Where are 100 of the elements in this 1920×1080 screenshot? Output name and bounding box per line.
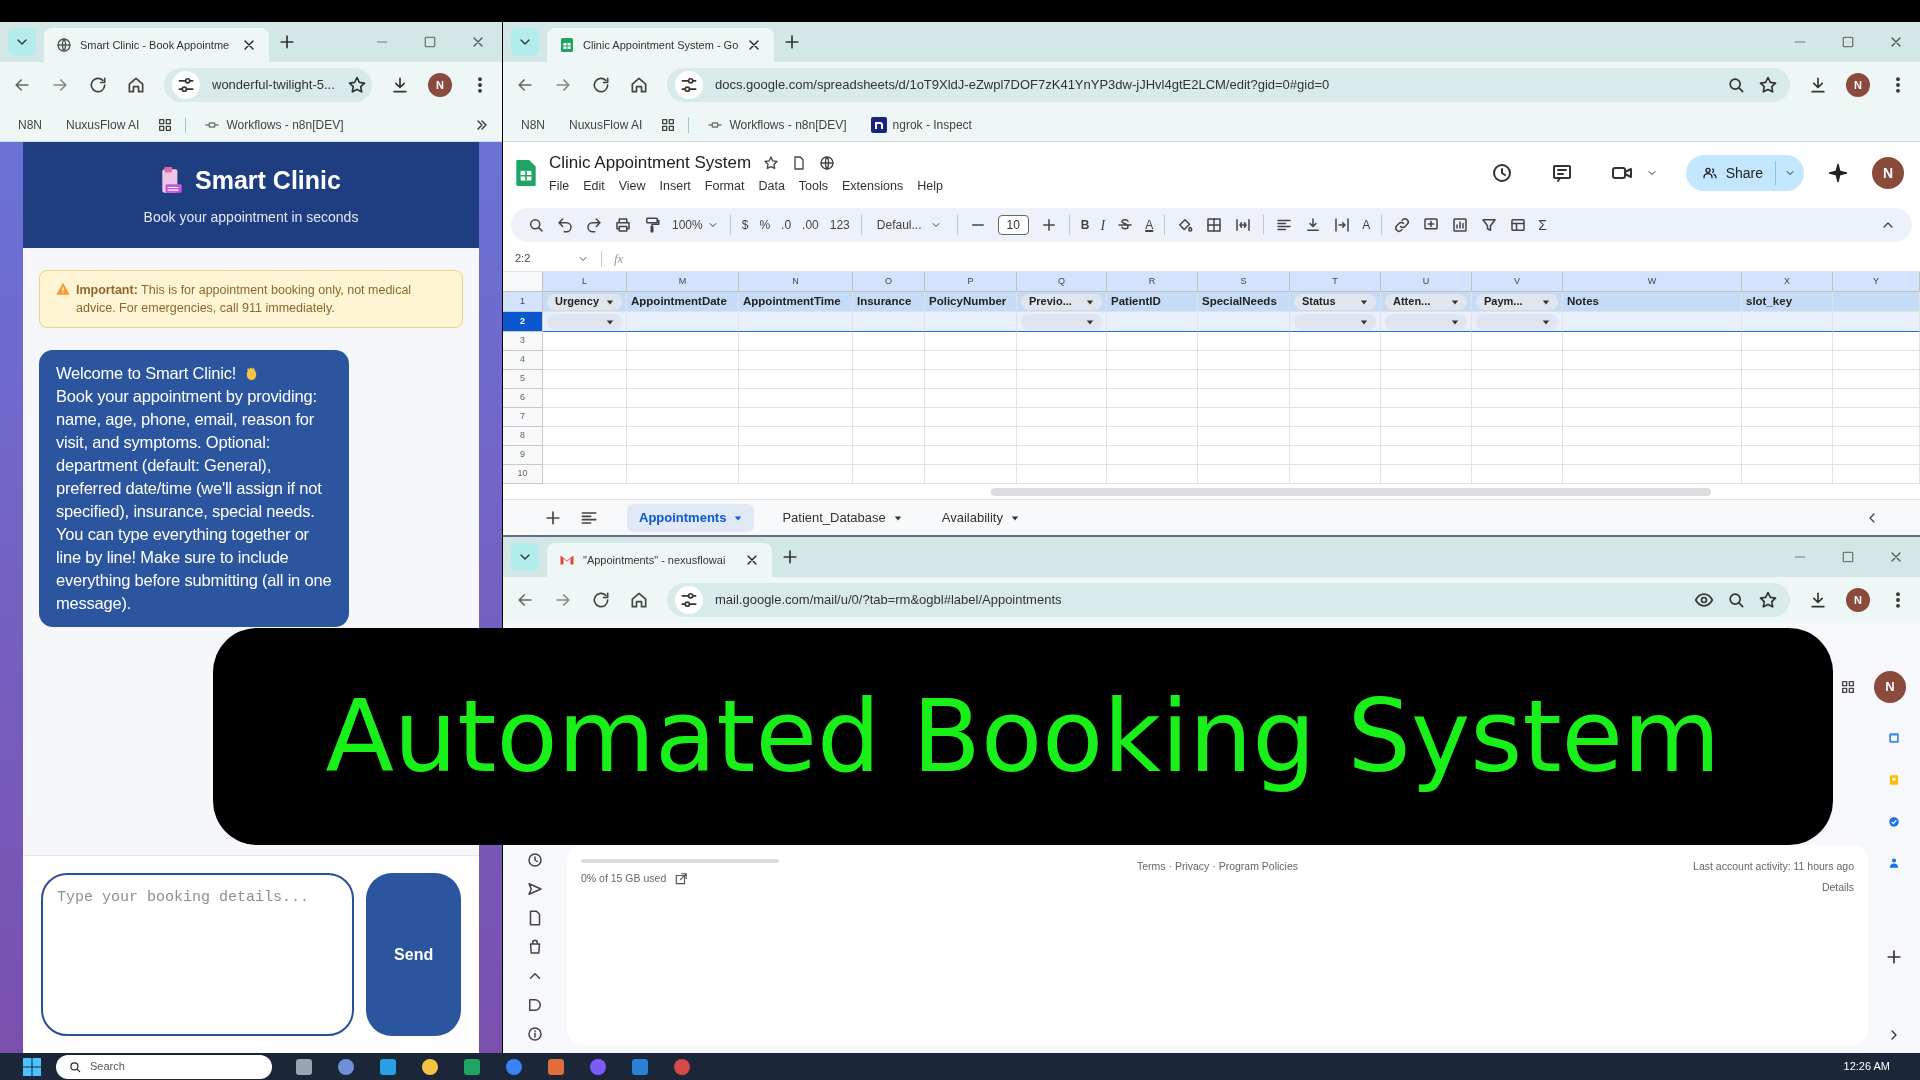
menu-item[interactable]: Insert	[659, 177, 691, 197]
download-icon[interactable]	[1808, 590, 1828, 610]
home-icon[interactable]	[629, 75, 649, 95]
scrollbar[interactable]	[991, 488, 1711, 496]
table-cell[interactable]	[1563, 465, 1742, 484]
app-icon[interactable]	[462, 1056, 482, 1077]
tab-list-icon[interactable]	[511, 543, 539, 571]
table-cell[interactable]: PolicyNumber	[925, 292, 1017, 312]
caret-icon[interactable]	[893, 513, 902, 522]
footer-links[interactable]: Terms · Privacy · Program Policies	[1137, 859, 1298, 1045]
table-cell[interactable]	[739, 446, 853, 465]
star-icon[interactable]	[1758, 590, 1778, 610]
filter-icon[interactable]	[1480, 216, 1499, 234]
sparkle-icon[interactable]	[1828, 163, 1848, 183]
table-icon[interactable]	[1509, 216, 1528, 234]
table-cell[interactable]	[739, 312, 853, 332]
table-cell[interactable]	[1290, 370, 1381, 389]
text-rotation-button[interactable]: A	[1362, 216, 1371, 234]
document-title[interactable]: Clinic Appointment System	[549, 149, 752, 176]
table-cell[interactable]	[1833, 351, 1920, 370]
column-header[interactable]: Q	[1058, 274, 1065, 289]
app-icon[interactable]	[672, 1056, 692, 1077]
avatar[interactable]: N	[1874, 671, 1906, 703]
app-icon[interactable]	[504, 1056, 524, 1077]
table-cell[interactable]	[543, 446, 627, 465]
column-header[interactable]: L	[582, 274, 587, 289]
table-cell[interactable]	[1472, 370, 1563, 389]
table-cell[interactable]	[1563, 351, 1742, 370]
table-cell[interactable]	[1472, 465, 1563, 484]
table-cell[interactable]	[739, 370, 853, 389]
caret-icon[interactable]	[1360, 317, 1368, 326]
caret-icon[interactable]	[1086, 297, 1094, 306]
table-cell[interactable]	[627, 332, 739, 351]
info-icon[interactable]	[526, 1025, 544, 1043]
table-cell[interactable]	[1381, 370, 1472, 389]
avatar[interactable]: N	[1846, 73, 1870, 97]
caret-icon[interactable]	[1542, 317, 1550, 326]
table-cell[interactable]	[543, 370, 627, 389]
row-number[interactable]: 9	[503, 446, 543, 465]
table-cell[interactable]	[1107, 408, 1198, 427]
table-cell[interactable]	[1290, 389, 1381, 408]
table-cell[interactable]	[1198, 370, 1290, 389]
table-cell[interactable]	[1563, 408, 1742, 427]
row-number[interactable]: 3	[503, 332, 543, 351]
table-cell[interactable]	[1381, 312, 1472, 332]
table-cell[interactable]	[1742, 389, 1833, 408]
maximize-icon[interactable]	[1840, 549, 1856, 565]
table-cell[interactable]: AppointmentTime	[739, 292, 853, 312]
table-cell[interactable]	[1472, 389, 1563, 408]
table-cell[interactable]	[1472, 312, 1563, 332]
font-dropdown[interactable]: Defaul...	[872, 216, 946, 234]
table-cell[interactable]	[1107, 332, 1198, 351]
app-icon[interactable]	[336, 1056, 356, 1077]
site-settings-icon[interactable]	[172, 71, 200, 99]
table-cell[interactable]	[1833, 370, 1920, 389]
table-cell[interactable]	[1833, 446, 1920, 465]
table-cell[interactable]	[1381, 332, 1472, 351]
wrap-icon[interactable]	[1333, 216, 1352, 234]
row-number[interactable]: 4	[503, 351, 543, 370]
print-icon[interactable]	[614, 216, 632, 234]
table-cell[interactable]	[1833, 292, 1920, 312]
table-cell[interactable]	[627, 370, 739, 389]
functions-button[interactable]: Σ	[1538, 214, 1547, 236]
row-number[interactable]: 5	[503, 370, 543, 389]
send-icon[interactable]	[526, 880, 544, 898]
table-cell[interactable]	[925, 351, 1017, 370]
tab-list-icon[interactable]	[511, 28, 539, 56]
taskbar-search[interactable]: Search	[56, 1054, 272, 1079]
label-icon[interactable]	[526, 996, 544, 1014]
column-header[interactable]: T	[1332, 274, 1338, 289]
download-icon[interactable]	[390, 75, 410, 95]
table-cell[interactable]	[925, 389, 1017, 408]
merge-icon[interactable]	[1234, 216, 1253, 234]
address-bar[interactable]: mail.google.com/mail/u/0/?tab=rm&ogbl#label/Appointments	[667, 583, 1790, 617]
table-cell[interactable]	[1563, 427, 1742, 446]
table-cell[interactable]	[1833, 465, 1920, 484]
table-cell[interactable]	[1742, 332, 1833, 351]
menu-item[interactable]: Format	[704, 177, 745, 197]
caret-icon[interactable]	[606, 297, 614, 306]
column-header[interactable]: S	[1240, 274, 1247, 289]
dropdown-chip[interactable]: Urgency	[547, 293, 622, 310]
table-cell[interactable]	[853, 427, 925, 446]
table-cell[interactable]	[853, 465, 925, 484]
bookmark[interactable]: Workflows - n8n[DEV]	[198, 111, 350, 138]
windows-start-icon[interactable]	[22, 1056, 42, 1077]
star-icon[interactable]	[763, 154, 780, 171]
table-cell[interactable]	[925, 465, 1017, 484]
caret-icon[interactable]	[734, 513, 743, 522]
dropdown-chip[interactable]: Status	[1294, 293, 1376, 310]
bookmark[interactable]: Workflows - n8n[DEV]	[701, 111, 853, 138]
table-cell[interactable]: slot_key	[1742, 292, 1833, 312]
home-icon[interactable]	[629, 590, 649, 610]
task-view-icon[interactable]	[294, 1056, 314, 1077]
caret-icon[interactable]	[1086, 317, 1094, 326]
table-cell[interactable]	[543, 332, 627, 351]
bookmark[interactable]: NuxusFlow AI	[60, 111, 146, 138]
table-cell[interactable]	[1198, 351, 1290, 370]
table-cell[interactable]	[853, 389, 925, 408]
row-number[interactable]: 1	[503, 292, 543, 312]
column-header[interactable]: Y	[1873, 274, 1879, 289]
